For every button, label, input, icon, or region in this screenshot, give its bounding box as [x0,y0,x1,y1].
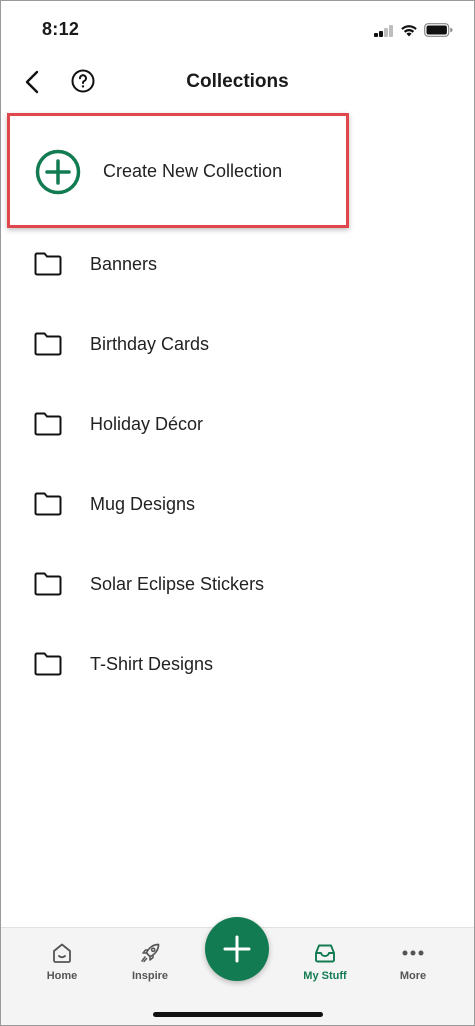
tab-inspire[interactable]: Inspire [110,942,190,992]
folder-icon [34,572,62,596]
tab-home-label: Home [46,970,78,982]
collection-name: Solar Eclipse Stickers [90,574,265,594]
more-dots-icon [402,950,424,956]
collection-item[interactable]: Solar Eclipse Stickers [0,545,475,625]
wifi-icon [401,25,417,37]
tab-my-stuff-label: My Stuff [303,970,347,982]
collection-list: Banners Birthday Cards Holiday Décor Mug… [0,225,475,705]
collection-name: Birthday Cards [90,334,210,354]
collection-item[interactable]: Banners [0,225,475,305]
nav-header: Collections [0,60,475,104]
status-bar: 8:12 [0,0,475,60]
cellular-signal-icon [374,25,394,37]
tab-more-label: More [399,970,427,982]
collection-name: Mug Designs [90,494,196,514]
plus-circle-icon [35,149,81,195]
folder-icon [34,332,62,356]
folder-icon [34,252,62,276]
folder-icon [34,492,62,516]
collection-name: Holiday Décor [90,414,204,434]
folder-icon [34,652,62,676]
tab-home[interactable]: Home [22,942,102,992]
inbox-tray-icon [315,944,335,963]
tab-inspire-label: Inspire [131,970,169,982]
status-time: 8:12 [42,19,80,39]
collection-item[interactable]: Birthday Cards [0,305,475,385]
tab-my-stuff[interactable]: My Stuff [285,942,365,992]
collection-item[interactable]: Mug Designs [0,465,475,545]
home-icon [53,943,71,963]
collection-name: T-Shirt Designs [90,654,214,674]
create-new-collection-label: Create New Collection [103,161,283,181]
battery-icon [424,23,453,37]
page-title: Collections [186,71,289,92]
rocket-icon [141,943,160,963]
create-fab-button[interactable] [205,917,269,981]
folder-icon [34,412,62,436]
tab-more[interactable]: More [373,942,453,992]
plus-icon [223,935,251,963]
collection-item[interactable]: Holiday Décor [0,385,475,465]
collection-name: Banners [90,254,158,274]
home-indicator [153,1012,323,1017]
collection-item[interactable]: T-Shirt Designs [0,625,475,705]
create-new-collection-button[interactable]: Create New Collection [7,113,349,228]
